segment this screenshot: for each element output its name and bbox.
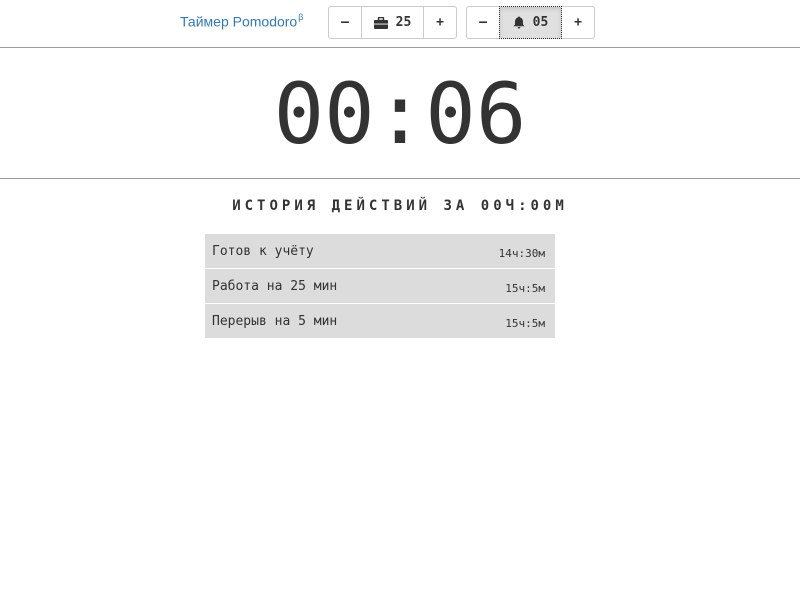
work-duration-value: 25 (395, 15, 412, 30)
list-item: Работа на 25 мин 15ч:5м (205, 269, 555, 303)
break-duration-control: – 05 + (466, 6, 595, 39)
work-decrease-label: – (341, 15, 349, 30)
list-item: Готов к учёту 14ч:30м (205, 234, 555, 268)
beta-mark: β (298, 12, 304, 22)
timer-panel: 00:06 (0, 48, 800, 179)
work-duration-control: – 25 + (328, 6, 457, 39)
break-duration-value: 05 (532, 15, 549, 30)
history-item-label: Готов к учёту (212, 243, 314, 259)
history-item-time: 15ч:5м (505, 316, 545, 330)
break-increase-label: + (574, 15, 582, 30)
app-title: Таймер Pomodoro (180, 13, 298, 30)
top-bar: Таймер Pomodoroβ – 25 + – 05 + (0, 0, 800, 48)
history-item-label: Работа на 25 мин (212, 278, 338, 294)
break-duration-button[interactable]: 05 (499, 6, 562, 39)
work-duration-button[interactable]: 25 (361, 6, 424, 39)
briefcase-icon (373, 16, 388, 29)
break-increase-button[interactable]: + (561, 6, 595, 39)
work-decrease-button[interactable]: – (328, 6, 362, 39)
break-decrease-button[interactable]: – (466, 6, 500, 39)
work-increase-label: + (436, 15, 444, 30)
list-item: Перерыв на 5 мин 15ч:5м (205, 304, 555, 338)
break-decrease-label: – (479, 15, 487, 30)
bell-icon (513, 16, 525, 29)
history-title: ИСТОРИЯ ДЕЙСТВИЙ ЗА 00Ч:00М (232, 198, 568, 214)
app-title-link[interactable]: Таймер Pomodoroβ (180, 12, 304, 30)
history-list: Готов к учёту 14ч:30м Работа на 25 мин 1… (205, 234, 555, 339)
timer-display: 00:06 (273, 65, 527, 163)
history-item-label: Перерыв на 5 мин (212, 313, 338, 329)
history-item-time: 14ч:30м (498, 246, 545, 260)
history-item-time: 15ч:5м (505, 281, 545, 295)
work-increase-button[interactable]: + (423, 6, 457, 39)
